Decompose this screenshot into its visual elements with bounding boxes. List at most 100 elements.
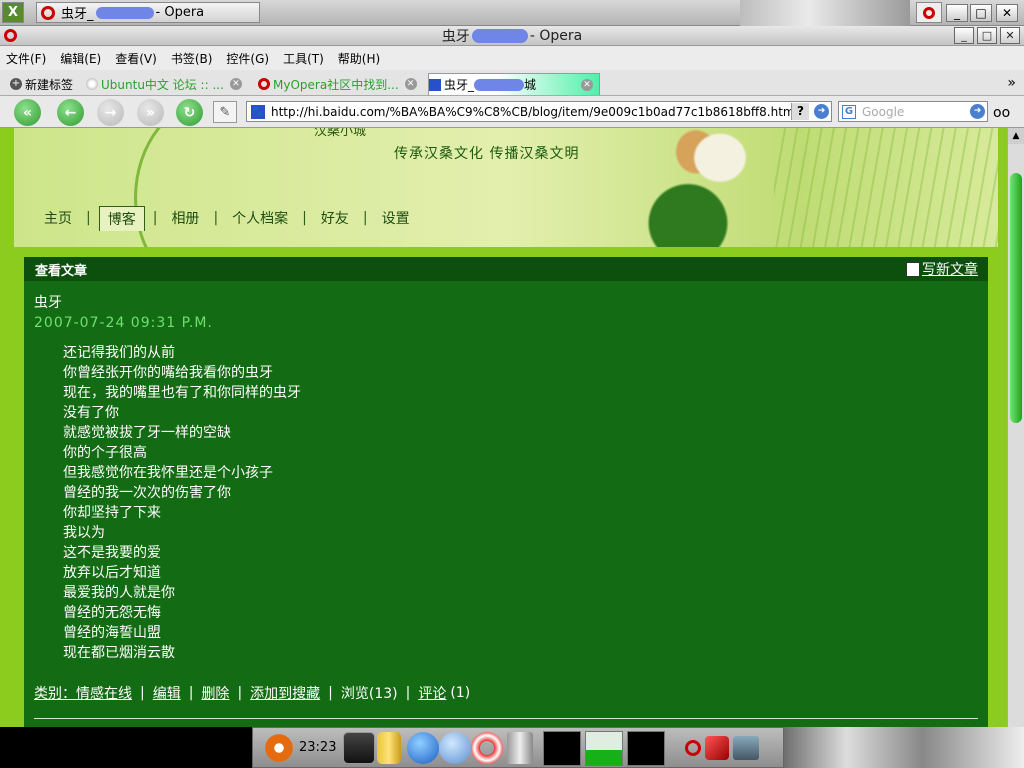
tray-opera-icon[interactable]: [916, 2, 942, 23]
vertical-scrollbar[interactable]: ▲: [1007, 128, 1024, 727]
comments-count: (1): [450, 685, 471, 701]
task-title-suffix: - Opera: [155, 5, 205, 20]
opera-icon: [4, 29, 17, 42]
google-icon[interactable]: G: [842, 104, 856, 119]
top-panel: X 虫牙_ - Opera _ □ ✕: [0, 0, 1024, 26]
article-line: 现在，我的嘴里也有了和你同样的虫牙: [63, 385, 301, 401]
menu-widgets[interactable]: 控件(G): [226, 50, 269, 67]
nav-profile[interactable]: 个人档案: [226, 206, 294, 230]
dock-panel: 23:23: [252, 727, 784, 768]
window-title-suffix: - Opera: [529, 27, 583, 44]
menu-tools[interactable]: 工具(T): [283, 50, 324, 67]
fast-forward-button[interactable]: »: [137, 99, 164, 126]
baidu-paw-icon: 🐾: [251, 104, 265, 119]
close-tab-icon[interactable]: ✕: [581, 78, 593, 91]
blog-banner: 汉桑小城 传承汉桑文化 传播汉桑文明 主页 | 博客 | 相册 | 个人档案 |…: [14, 128, 998, 247]
delete-link[interactable]: 删除: [201, 683, 229, 703]
nav-home[interactable]: 主页: [38, 206, 78, 230]
nav-album[interactable]: 相册: [165, 206, 205, 230]
new-tab-button[interactable]: + 新建标签: [10, 73, 73, 95]
more-tabs-icon[interactable]: »: [1007, 75, 1016, 91]
nav-blog[interactable]: 博客: [98, 206, 145, 231]
tab-baidu-blog-active[interactable]: 虫牙_ 城 ✕: [428, 73, 600, 95]
panel-minimize-button[interactable]: _: [946, 4, 968, 22]
glasses-icon[interactable]: oo: [993, 105, 1010, 121]
reload-button[interactable]: ↻: [176, 99, 203, 126]
workspace-2[interactable]: [585, 731, 623, 766]
article-body: 还记得我们的从前你曾经张开你的嘴给我看你的虫牙现在，我的嘴里也有了和你同样的虫牙…: [63, 343, 301, 663]
network-icon[interactable]: [733, 736, 759, 760]
settings-tools-icon[interactable]: [439, 732, 471, 764]
back-button[interactable]: ←: [57, 99, 84, 126]
search-input[interactable]: G Google ➜: [838, 101, 988, 122]
article-author: 虫牙: [34, 295, 62, 311]
edit-link[interactable]: 编辑: [153, 683, 181, 703]
article-line: 你却坚持了下来: [63, 505, 161, 521]
ruby-gem-icon[interactable]: [705, 736, 729, 760]
window-title-prefix: 虫牙: [441, 28, 470, 45]
blog-nav: 主页 | 博客 | 相册 | 个人档案 | 好友 | 设置: [38, 204, 416, 231]
panel-maximize-button[interactable]: □: [970, 4, 992, 22]
scroll-up-icon[interactable]: ▲: [1008, 128, 1024, 144]
opera-icon[interactable]: [685, 740, 701, 756]
tab-label: MyOpera社区中找到...: [273, 77, 399, 92]
search-placeholder: Google: [862, 104, 905, 119]
menu-file[interactable]: 文件(F): [6, 50, 46, 67]
edit-site-prefs-button[interactable]: ✎: [213, 101, 237, 123]
menu-edit[interactable]: 编辑(E): [60, 50, 101, 67]
menu-view[interactable]: 查看(V): [115, 50, 157, 67]
menu-help[interactable]: 帮助(H): [338, 50, 380, 67]
taskbar-opera-task[interactable]: 虫牙_ - Opera: [36, 2, 260, 23]
maximize-button[interactable]: □: [977, 27, 997, 44]
menu-bookmarks[interactable]: 书签(B): [171, 50, 213, 67]
site-info-icon[interactable]: ?: [791, 103, 809, 120]
window-menu-icon[interactable]: X: [2, 2, 24, 23]
minimize-button[interactable]: _: [954, 27, 974, 44]
close-button[interactable]: ✕: [1000, 27, 1020, 44]
blog-slogan: 传承汉桑文化 传播汉桑文明: [394, 146, 580, 162]
new-tab-label: 新建标签: [25, 77, 74, 92]
close-tab-icon[interactable]: ✕: [229, 78, 242, 90]
article-footer: 类别：情感在线 | 编辑 | 删除 | 添加到搜藏 | 浏览(13) | 评论 …: [34, 683, 471, 703]
forward-button[interactable]: →: [97, 99, 124, 126]
banner-couple-illustration: [624, 128, 784, 247]
close-tab-icon[interactable]: ✕: [404, 78, 417, 90]
help-lifering-icon[interactable]: [471, 732, 503, 764]
file-manager-icon[interactable]: [377, 732, 401, 764]
workspace-1[interactable]: [543, 731, 581, 766]
tab-myopera[interactable]: MyOpera社区中找到... ✕: [258, 73, 424, 95]
comments-link[interactable]: 评论: [418, 683, 446, 703]
redacted-blur: [95, 6, 154, 19]
address-field[interactable]: 🐾 http://hi.baidu.com/%BA%BA%C9%C8%CB/bl…: [246, 101, 832, 122]
window-titlebar[interactable]: 虫牙 - Opera _ □ ✕: [0, 26, 1024, 46]
article-line: 你曾经张开你的嘴给我看你的虫牙: [63, 365, 273, 381]
scrollbar-thumb[interactable]: [1010, 173, 1022, 423]
article-line: 但我感觉你在我怀里还是个小孩子: [63, 465, 273, 481]
write-document-icon: [906, 261, 920, 277]
article-line: 这不是我要的爱: [63, 545, 161, 561]
browser-globe-icon[interactable]: [407, 732, 439, 764]
article-line: 我以为: [63, 525, 105, 541]
nav-friends[interactable]: 好友: [315, 206, 355, 230]
article-line: 还记得我们的从前: [63, 345, 175, 361]
tab-ubuntu-forum[interactable]: Ubuntu中文 论坛 :: ... ✕: [86, 73, 252, 95]
rewind-button[interactable]: «: [14, 99, 41, 126]
clock: 23:23: [299, 740, 337, 755]
write-new-article-link[interactable]: 写新文章: [906, 259, 978, 279]
category-link[interactable]: 类别：情感在线: [34, 683, 132, 703]
address-toolbar: « ← → » ↻ ✎ 🐾 http://hi.baidu.com/%BA%BA…: [0, 96, 1024, 128]
nav-settings[interactable]: 设置: [376, 206, 416, 230]
add-favorite-link[interactable]: 添加到搜藏: [250, 683, 320, 703]
loading-icon: [86, 78, 98, 90]
opera-icon: [258, 78, 270, 90]
workspace-3[interactable]: [627, 731, 665, 766]
url-text: http://hi.baidu.com/%BA%BA%C9%C8%CB/blog…: [271, 104, 798, 119]
ubuntu-menu-icon[interactable]: [263, 732, 295, 764]
terminal-icon[interactable]: [343, 732, 375, 764]
trash-icon[interactable]: [507, 732, 533, 764]
tab-label-prefix: 虫牙_: [444, 78, 475, 92]
go-icon[interactable]: ➜: [814, 104, 829, 119]
menu-bar: 文件(F) 编辑(E) 查看(V) 书签(B) 控件(G) 工具(T) 帮助(H…: [0, 46, 1024, 70]
search-go-icon[interactable]: ➜: [970, 104, 985, 119]
panel-close-button[interactable]: ✕: [996, 4, 1018, 22]
